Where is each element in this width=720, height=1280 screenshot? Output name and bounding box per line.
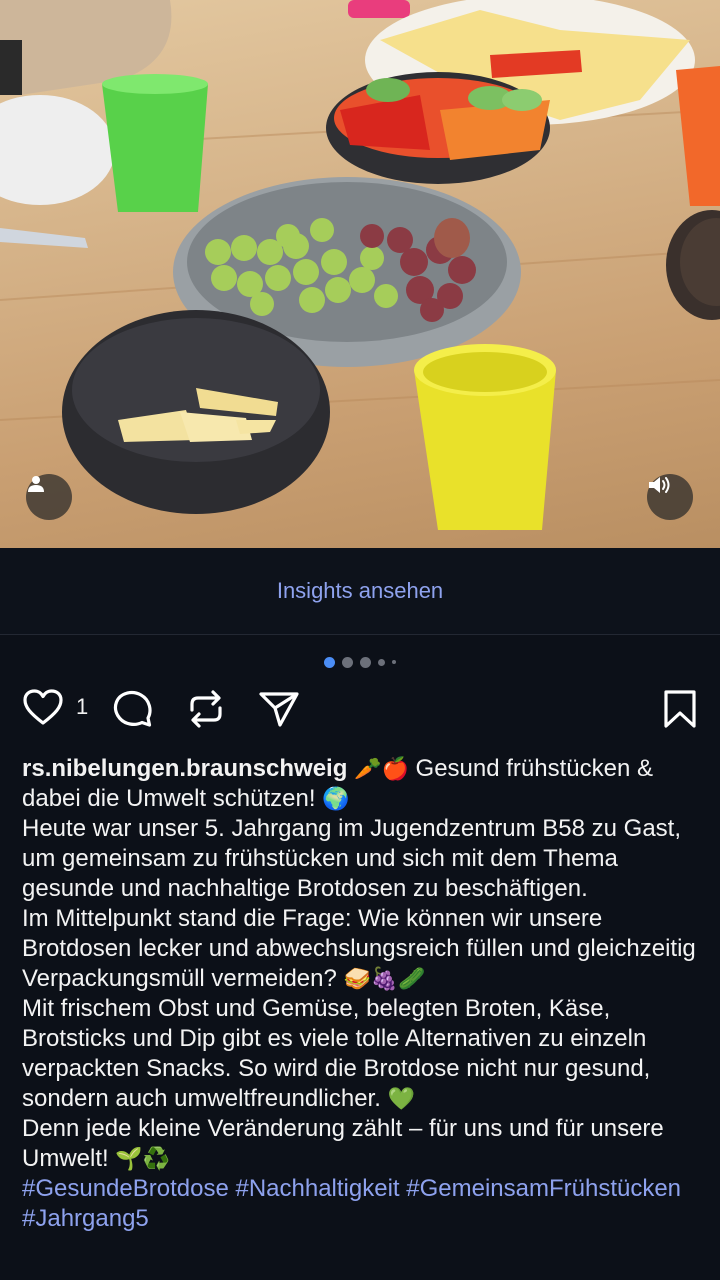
save-button[interactable] (662, 688, 698, 730)
carousel-dot-active (324, 656, 335, 668)
repost-icon (190, 690, 222, 728)
carousel-dot (392, 660, 396, 664)
post-caption: rs.nibelungen.braunschweig 🥕🍎 Gesund frü… (22, 754, 702, 1234)
green-heart-emoji: 💚 (387, 1086, 415, 1111)
globe-emoji: 🌍 (322, 786, 350, 811)
caption-paragraph-4: Denn jede kleine Veränderung zählt – für… (22, 1114, 702, 1174)
carousel-dot (342, 656, 353, 668)
bookmark-icon (664, 690, 696, 728)
caption-headline: rs.nibelungen.braunschweig 🥕🍎 Gesund frü… (22, 754, 702, 814)
sprout-recycle-emoji: 🌱♻️ (115, 1146, 171, 1171)
like-button[interactable]: 1 (22, 688, 88, 726)
share-button[interactable] (258, 688, 300, 730)
insights-bar: Insights ansehen (0, 548, 720, 635)
caption-paragraph-3-text: Mit frischem Obst und Gemüse, belegten B… (22, 995, 651, 1112)
comment-icon (113, 691, 152, 727)
comment-button[interactable] (112, 688, 154, 730)
carousel-dot (378, 658, 385, 666)
headline-emoji: 🥕🍎 (354, 756, 409, 781)
post-actions: 1 (22, 688, 698, 736)
view-insights-link[interactable]: Insights ansehen (277, 578, 443, 604)
tag-people-button[interactable] (26, 474, 72, 520)
carousel-dot (360, 656, 371, 668)
send-icon (259, 692, 299, 727)
breakfast-table-image (0, 0, 720, 530)
caption-paragraph-1: Heute war unser 5. Jahrgang im Jugendzen… (22, 815, 682, 902)
person-tag-icon (28, 476, 44, 492)
food-emoji: 🥪🍇🥒 (343, 966, 426, 991)
like-count[interactable]: 1 (76, 694, 88, 720)
heart-icon (23, 689, 63, 725)
sound-toggle-button[interactable] (647, 474, 693, 520)
repost-button[interactable] (186, 688, 226, 730)
post-photo[interactable] (0, 0, 720, 548)
carousel-indicator (0, 656, 720, 668)
speaker-icon (649, 477, 670, 493)
post-username[interactable]: rs.nibelungen.braunschweig (22, 755, 347, 782)
caption-hashtags[interactable]: #GesundeBrotdose #Nachhaltigkeit #Gemein… (22, 1174, 702, 1234)
caption-paragraph-3: Mit frischem Obst und Gemüse, belegten B… (22, 994, 702, 1114)
caption-paragraph-2: Im Mittelpunkt stand die Frage: Wie könn… (22, 904, 702, 994)
